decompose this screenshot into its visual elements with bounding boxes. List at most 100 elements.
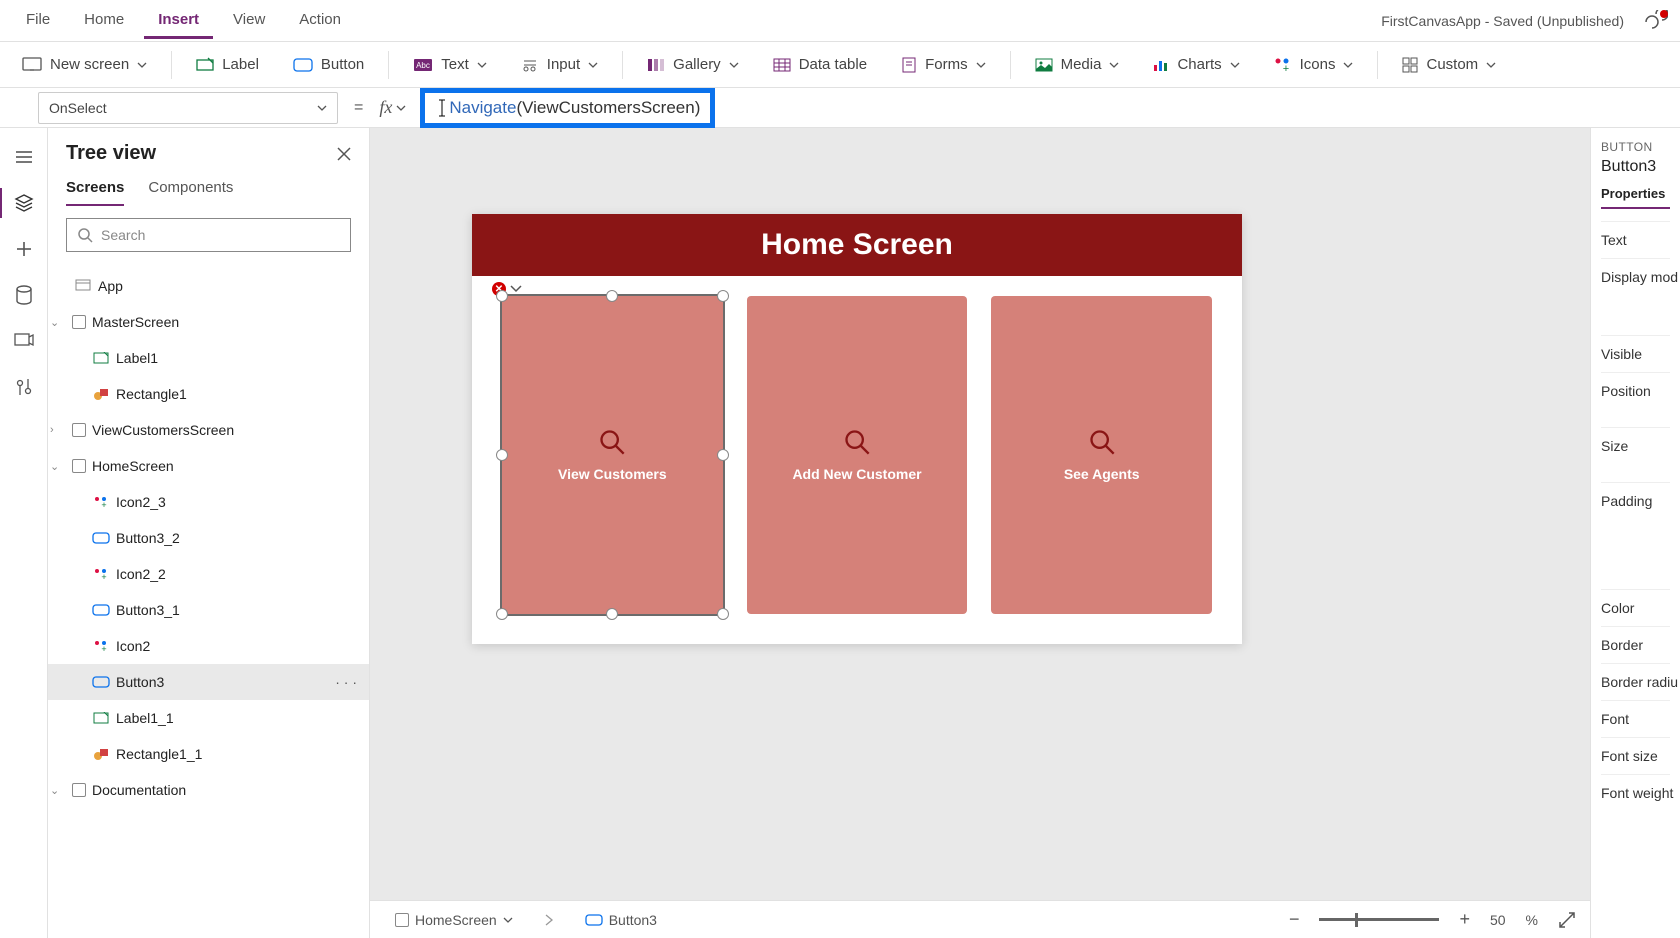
menu-action[interactable]: Action <box>285 3 355 39</box>
chevron-down-icon[interactable]: ⌄ <box>50 784 66 797</box>
icons-menu[interactable]: + Icons <box>1262 50 1366 79</box>
prop-font-weight[interactable]: Font weight <box>1601 774 1670 811</box>
tree-item-documentation[interactable]: ⌄ Documentation <box>48 772 369 808</box>
tree-item-master[interactable]: ⌄ MasterScreen <box>48 304 369 340</box>
chevron-down-icon[interactable]: ⌄ <box>50 316 66 329</box>
canvas-tile-add-customer[interactable]: Add New Customer <box>747 296 968 614</box>
chevron-down-icon <box>1486 62 1496 68</box>
custom-menu[interactable]: Custom <box>1390 50 1508 79</box>
button-button[interactable]: Button <box>281 50 376 79</box>
screen-checkbox[interactable] <box>72 459 86 473</box>
media-rail-icon[interactable] <box>13 330 35 352</box>
tab-properties[interactable]: Properties <box>1601 186 1670 209</box>
control-name[interactable]: Button3 <box>1601 158 1670 176</box>
fx-button[interactable]: fx <box>379 97 406 118</box>
canvas-header[interactable]: Home Screen <box>472 214 1242 276</box>
prop-color[interactable]: Color <box>1601 589 1670 626</box>
zoom-slider[interactable] <box>1319 918 1439 921</box>
prop-border-radius[interactable]: Border radiu <box>1601 663 1670 700</box>
breadcrumb-element[interactable]: Button3 <box>574 906 668 934</box>
zoom-out-button[interactable]: − <box>1289 909 1300 930</box>
menu-home[interactable]: Home <box>70 3 138 39</box>
tree-item-icon2-3[interactable]: + Icon2_3 <box>48 484 369 520</box>
new-screen-button[interactable]: New screen <box>10 50 159 79</box>
tree-item-label1[interactable]: Label1 <box>48 340 369 376</box>
tree-item-homescreen[interactable]: ⌄ HomeScreen <box>48 448 369 484</box>
tree-item-icon2-2[interactable]: + Icon2_2 <box>48 556 369 592</box>
insert-icon[interactable] <box>13 238 35 260</box>
gallery-menu[interactable]: Gallery <box>635 50 751 79</box>
tree-item-viewcustomers[interactable]: › ViewCustomersScreen <box>48 412 369 448</box>
search-input[interactable]: Search <box>66 218 351 252</box>
data-table-label: Data table <box>799 56 867 73</box>
fit-screen-icon[interactable] <box>1558 911 1576 929</box>
chevron-down-icon <box>503 917 513 923</box>
property-selector[interactable]: OnSelect <box>38 92 338 124</box>
canvas-tile-view-customers[interactable]: ✕ View Customers <box>502 296 723 614</box>
tab-components[interactable]: Components <box>148 179 233 206</box>
tree-item-button3-2[interactable]: Button3_2 <box>48 520 369 556</box>
tree-scroll[interactable]: App ⌄ MasterScreen Label1 Rectangle1 › V… <box>48 264 369 938</box>
zoom-in-button[interactable]: + <box>1459 909 1470 930</box>
canvas-tile-see-agents[interactable]: See Agents <box>991 296 1212 614</box>
formula-input[interactable]: Navigate(ViewCustomersScreen) <box>420 88 1670 128</box>
more-icon[interactable]: · · · <box>335 674 369 690</box>
canvas-area[interactable]: Home Screen ✕ View Customers <box>370 128 1590 938</box>
label-icon <box>92 709 110 727</box>
close-icon[interactable] <box>337 147 351 161</box>
forms-menu[interactable]: Forms <box>889 50 998 79</box>
button-small-icon <box>92 601 110 619</box>
tools-icon[interactable] <box>13 376 35 398</box>
text-menu[interactable]: Abc Text <box>401 50 499 79</box>
tree-item-label1-1[interactable]: Label1_1 <box>48 700 369 736</box>
canvas-frame[interactable]: Home Screen ✕ View Customers <box>472 214 1242 644</box>
prop-position[interactable]: Position <box>1601 372 1670 409</box>
chevron-down-icon[interactable]: ⌄ <box>50 460 66 473</box>
prop-padding[interactable]: Padding <box>1601 482 1670 519</box>
tree-item-button3-1[interactable]: Button3_1 <box>48 592 369 628</box>
tree-item-icon2[interactable]: + Icon2 <box>48 628 369 664</box>
menu-view[interactable]: View <box>219 3 279 39</box>
tree-item-label: ViewCustomersScreen <box>92 422 234 438</box>
prop-visible[interactable]: Visible <box>1601 335 1670 372</box>
prop-font-size[interactable]: Font size <box>1601 737 1670 774</box>
media-menu[interactable]: Media <box>1023 50 1132 79</box>
input-icon <box>521 58 539 72</box>
screen-checkbox[interactable] <box>72 315 86 329</box>
button-label: Button <box>321 56 364 73</box>
breadcrumb-label: Button3 <box>609 912 657 928</box>
menu-file[interactable]: File <box>12 3 64 39</box>
data-table-button[interactable]: Data table <box>761 50 879 79</box>
chevron-down-icon <box>317 105 327 111</box>
data-icon[interactable] <box>13 284 35 306</box>
tab-screens[interactable]: Screens <box>66 179 124 206</box>
menu-insert[interactable]: Insert <box>144 3 213 39</box>
tree-item-label: Icon2 <box>116 638 150 654</box>
charts-menu[interactable]: Charts <box>1141 50 1251 79</box>
tree-item-button3[interactable]: Button3 · · · <box>48 664 369 700</box>
zoom-pct: % <box>1526 912 1538 928</box>
prop-font[interactable]: Font <box>1601 700 1670 737</box>
gallery-icon <box>647 58 665 72</box>
chevron-down-icon <box>1230 62 1240 68</box>
properties-pane: BUTTON Button3 Properties Text Display m… <box>1590 128 1680 938</box>
hamburger-icon[interactable] <box>13 146 35 168</box>
prop-text[interactable]: Text <box>1601 221 1670 258</box>
text-icon: Abc <box>413 58 433 72</box>
tree-view-icon[interactable] <box>13 192 35 214</box>
prop-border[interactable]: Border <box>1601 626 1670 663</box>
chevron-down-icon[interactable] <box>510 285 522 293</box>
undo-redo-icon[interactable] <box>1640 10 1668 32</box>
input-menu[interactable]: Input <box>509 50 610 79</box>
screen-checkbox[interactable] <box>72 783 86 797</box>
tree-item-label: Icon2_2 <box>116 566 166 582</box>
label-button[interactable]: Label <box>184 50 271 79</box>
tree-item-app[interactable]: App <box>48 268 369 304</box>
tree-item-rect1-1[interactable]: Rectangle1_1 <box>48 736 369 772</box>
prop-size[interactable]: Size <box>1601 427 1670 464</box>
chevron-right-icon[interactable]: › <box>50 424 66 436</box>
breadcrumb-screen[interactable]: HomeScreen <box>384 907 524 933</box>
screen-checkbox[interactable] <box>72 423 86 437</box>
tree-item-rect1[interactable]: Rectangle1 <box>48 376 369 412</box>
prop-display-mode[interactable]: Display mod <box>1601 258 1670 295</box>
